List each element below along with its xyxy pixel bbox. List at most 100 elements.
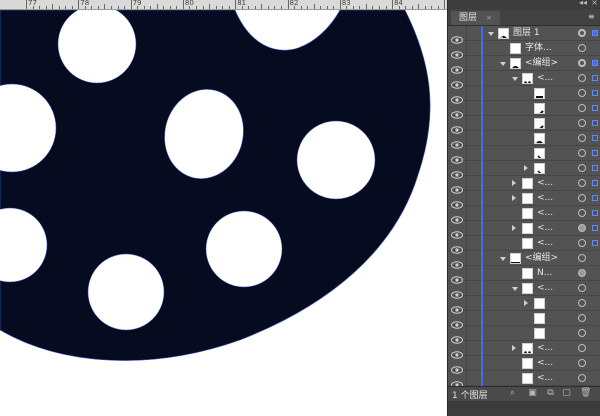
target-circle-icon[interactable]	[578, 284, 586, 292]
target-circle-icon[interactable]	[578, 134, 586, 142]
layer-row[interactable]: <编组>	[448, 251, 600, 269]
selection-indicator[interactable]	[592, 180, 598, 186]
target-circle-icon[interactable]	[578, 119, 586, 127]
artboard-canvas[interactable]	[0, 10, 448, 416]
layer-row[interactable]: N...	[448, 266, 600, 284]
expand-triangle-icon[interactable]	[512, 345, 516, 351]
expand-triangle-icon[interactable]	[524, 165, 528, 171]
layer-row[interactable]	[448, 311, 600, 329]
layer-row[interactable]: <...	[448, 356, 600, 374]
make-clipping-mask-icon[interactable]: ▣	[528, 389, 537, 398]
lock-column[interactable]	[466, 221, 467, 236]
visibility-eye-icon[interactable]	[451, 254, 463, 269]
visibility-eye-icon[interactable]	[451, 164, 463, 179]
close-panel-icon[interactable]: ×	[591, 0, 598, 7]
layer-row[interactable]	[448, 116, 600, 134]
lock-column[interactable]	[466, 206, 467, 221]
selection-indicator[interactable]	[592, 135, 598, 141]
visibility-eye-icon[interactable]	[451, 29, 463, 44]
visibility-eye-icon[interactable]	[451, 194, 463, 209]
collapse-triangle-icon[interactable]	[500, 257, 506, 261]
selection-indicator[interactable]	[592, 30, 598, 36]
lock-column[interactable]	[466, 326, 467, 341]
visibility-eye-icon[interactable]	[451, 314, 463, 329]
visibility-eye-icon[interactable]	[451, 269, 463, 284]
layer-row[interactable]: <...	[448, 341, 600, 359]
selection-indicator[interactable]	[592, 120, 598, 126]
layer-row[interactable]: <...	[448, 281, 600, 299]
tab-layers[interactable]: 图层 ×	[451, 11, 500, 25]
collapse-panel-icon[interactable]: ◂◂	[579, 0, 587, 7]
visibility-eye-icon[interactable]	[451, 344, 463, 359]
new-layer-icon[interactable]: ▢	[562, 389, 571, 398]
create-sublayer-icon[interactable]: ⧉	[546, 389, 555, 398]
selection-indicator[interactable]	[592, 210, 598, 216]
visibility-eye-icon[interactable]	[451, 329, 463, 344]
target-circle-icon[interactable]	[578, 299, 586, 307]
layer-row[interactable]: <...	[448, 176, 600, 194]
target-circle-icon[interactable]	[578, 314, 586, 322]
visibility-eye-icon[interactable]	[451, 89, 463, 104]
target-circle-icon[interactable]	[578, 194, 586, 202]
lock-column[interactable]	[466, 71, 467, 86]
lock-column[interactable]	[466, 41, 467, 56]
lock-column[interactable]	[466, 281, 467, 296]
target-circle-icon[interactable]	[578, 329, 586, 337]
lock-column[interactable]	[466, 251, 467, 266]
target-circle-icon[interactable]	[578, 344, 586, 352]
layer-row[interactable]: <...	[448, 371, 600, 389]
visibility-eye-icon[interactable]	[451, 59, 463, 74]
selection-indicator[interactable]	[592, 75, 598, 81]
collapse-triangle-icon[interactable]	[488, 32, 494, 36]
selection-indicator[interactable]	[592, 90, 598, 96]
delete-icon[interactable]: 🗑	[580, 389, 591, 398]
target-circle-icon[interactable]	[578, 164, 586, 172]
target-circle-icon[interactable]	[578, 104, 586, 112]
visibility-eye-icon[interactable]	[451, 209, 463, 224]
layer-row[interactable]	[448, 146, 600, 164]
target-circle-icon[interactable]	[578, 149, 586, 157]
panel-menu-icon[interactable]: ≡	[588, 12, 597, 21]
lock-column[interactable]	[466, 161, 467, 176]
target-circle-icon[interactable]	[578, 239, 586, 247]
horizontal-ruler[interactable]: 77787980818283848586	[0, 0, 448, 10]
selection-indicator[interactable]	[592, 165, 598, 171]
lock-column[interactable]	[466, 101, 467, 116]
target-circle-icon[interactable]	[578, 59, 586, 67]
lock-column[interactable]	[466, 191, 467, 206]
lock-column[interactable]	[466, 146, 467, 161]
lock-column[interactable]	[466, 311, 467, 326]
visibility-eye-icon[interactable]	[451, 179, 463, 194]
lock-column[interactable]	[466, 86, 467, 101]
target-circle-icon[interactable]	[578, 44, 586, 52]
visibility-eye-icon[interactable]	[451, 284, 463, 299]
visibility-eye-icon[interactable]	[451, 104, 463, 119]
visibility-eye-icon[interactable]	[451, 239, 463, 254]
visibility-eye-icon[interactable]	[451, 119, 463, 134]
lock-column[interactable]	[466, 296, 467, 311]
lock-column[interactable]	[466, 341, 467, 356]
layer-row[interactable]: 字体...	[448, 41, 600, 59]
target-circle-icon[interactable]	[578, 224, 586, 232]
layer-row[interactable]	[448, 161, 600, 179]
lock-column[interactable]	[466, 176, 467, 191]
layer-row[interactable]	[448, 101, 600, 119]
lock-column[interactable]	[466, 356, 467, 371]
layer-row[interactable]: <...	[448, 236, 600, 254]
collapse-triangle-icon[interactable]	[500, 62, 506, 66]
expand-triangle-icon[interactable]	[512, 195, 516, 201]
layer-row[interactable]: <编组>	[448, 56, 600, 74]
selection-indicator[interactable]	[592, 225, 598, 231]
layer-row[interactable]: <...	[448, 221, 600, 239]
layer-row[interactable]: <...	[448, 71, 600, 89]
visibility-eye-icon[interactable]	[451, 149, 463, 164]
lock-column[interactable]	[466, 26, 467, 41]
target-circle-icon[interactable]	[578, 374, 586, 382]
visibility-eye-icon[interactable]	[451, 134, 463, 149]
layer-row[interactable]	[448, 326, 600, 344]
selection-indicator[interactable]	[592, 195, 598, 201]
target-circle-icon[interactable]	[578, 269, 586, 277]
layer-row[interactable]	[448, 296, 600, 314]
visibility-eye-icon[interactable]	[451, 224, 463, 239]
selection-indicator[interactable]	[592, 150, 598, 156]
